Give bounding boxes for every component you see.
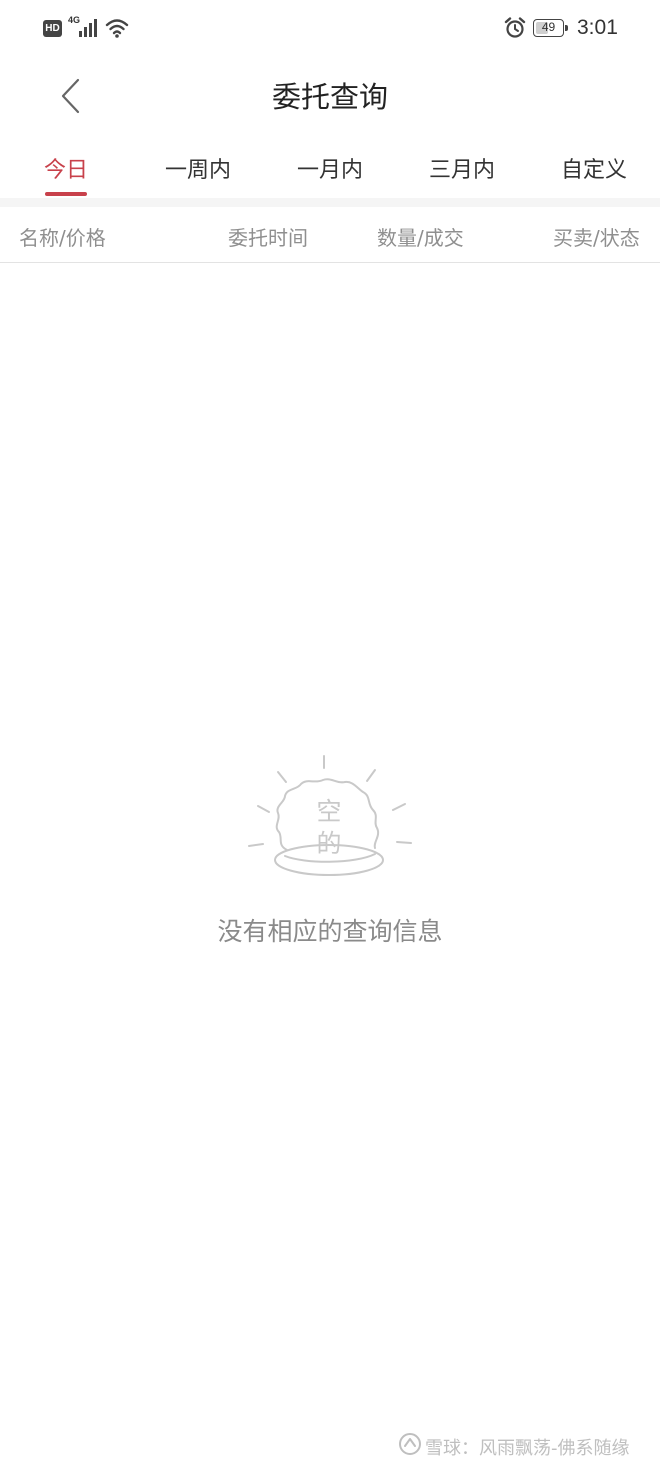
- column-header-name-price: 名称/价格: [19, 226, 106, 250]
- battery-cap: [565, 25, 568, 31]
- tab-today[interactable]: 今日: [0, 152, 132, 184]
- tab-within-month[interactable]: 一月内: [264, 152, 396, 184]
- column-header-side-status: 买卖/状态: [553, 226, 640, 250]
- status-time: 3:01: [577, 16, 618, 39]
- tabs-divider: [0, 198, 660, 207]
- empty-icon-char-2: 的: [316, 829, 341, 858]
- signal-icon: [79, 19, 97, 37]
- status-bar: HD 4G 49 3:01: [0, 0, 660, 58]
- column-header-order-time: 委托时间: [228, 226, 308, 250]
- snowball-logo-icon: [399, 1433, 421, 1455]
- tab-within-week[interactable]: 一周内: [132, 152, 264, 184]
- battery-level: 49: [541, 20, 556, 34]
- column-header-quantity-filled: 数量/成交: [377, 226, 464, 250]
- tab-custom[interactable]: 自定义: [528, 152, 660, 184]
- empty-state-message: 没有相应的查询信息: [217, 917, 443, 946]
- tab-within-three-months[interactable]: 三月内: [396, 152, 528, 184]
- empty-box-icon: 空 的: [248, 755, 412, 876]
- app-screen: HD 4G 49 3:01 委托查询 今日 一周内 一月内 三月内 自定义 名称…: [0, 0, 660, 1467]
- header-divider: [0, 262, 660, 263]
- active-tab-indicator: [45, 192, 87, 196]
- page-title: 委托查询: [271, 80, 388, 114]
- wifi-icon: [105, 19, 129, 38]
- alarm-icon: [504, 17, 526, 38]
- period-tabs: 今日 一周内 一月内 三月内 自定义: [0, 140, 660, 200]
- empty-icon-char-1: 空: [316, 797, 341, 826]
- watermark-text: 雪球：风雨飘荡-佛系随缘: [425, 1438, 630, 1459]
- hd-badge: HD: [43, 20, 62, 37]
- battery-icon: 49: [533, 19, 564, 37]
